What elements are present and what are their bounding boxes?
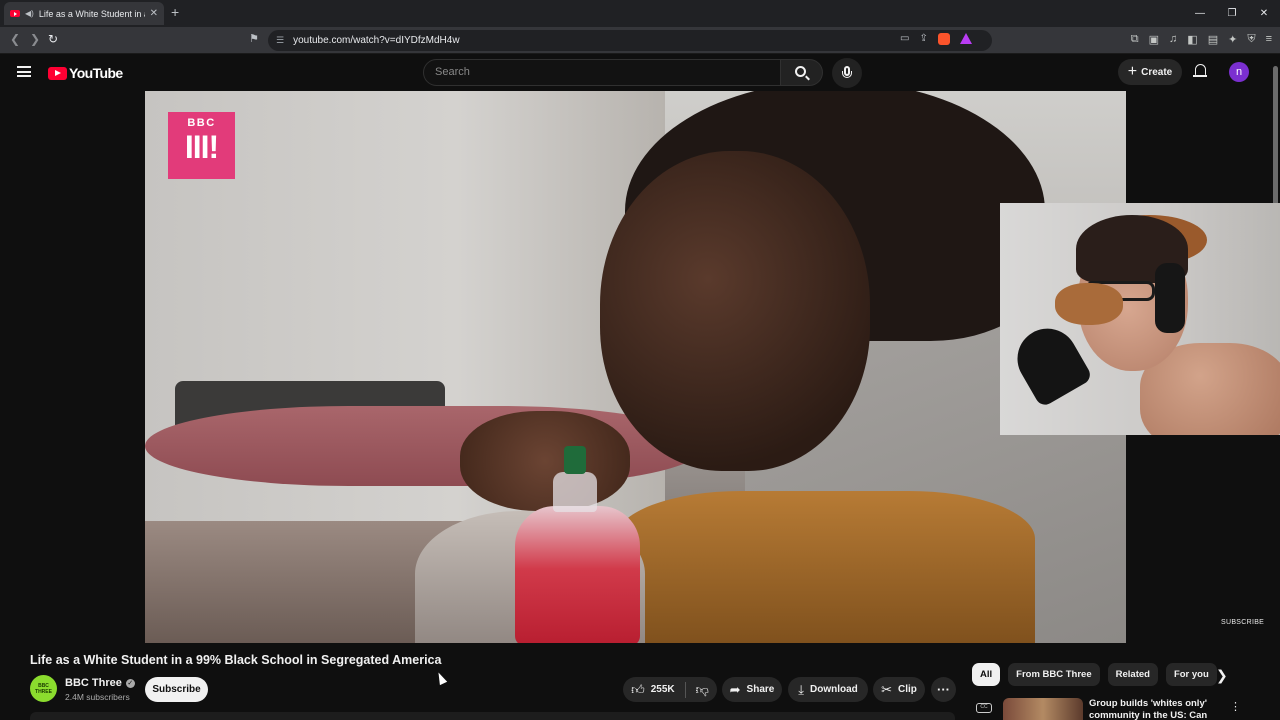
share-page-icon[interactable]: ⇪	[919, 33, 927, 45]
clip-button[interactable]: ✂ Clip	[873, 677, 925, 702]
recommendation-thumbnail[interactable]	[1003, 698, 1083, 720]
url-text: youtube.com/watch?v=dIYDfzMdH4w	[293, 35, 460, 46]
restore-button[interactable]: ❐	[1216, 0, 1248, 27]
video-scene-face	[600, 151, 870, 471]
youtube-wordmark: YouTube	[69, 65, 123, 81]
browser-tab[interactable]: ◀) Life as a White Student in a 99 ✕	[4, 2, 164, 25]
site-info-icon[interactable]: ☰	[276, 35, 284, 46]
close-window-button[interactable]: ✕	[1248, 0, 1280, 27]
more-vert-icon[interactable]: ⋮	[1230, 700, 1241, 713]
cast-icon[interactable]: ▭	[900, 33, 909, 45]
watermark-three: III!	[184, 129, 219, 165]
search-input[interactable]: Search	[423, 59, 781, 86]
brave-rewards-icon[interactable]	[959, 33, 972, 44]
webcam-overlay	[1000, 203, 1280, 435]
share-button[interactable]: ➦ Share	[722, 677, 782, 702]
download-button[interactable]: ⤓ Download	[788, 677, 868, 702]
subscriber-count: 2.4M subscribers	[65, 692, 130, 702]
like-count[interactable]: 255K	[651, 684, 675, 695]
leo-ai-icon[interactable]: ✦	[1228, 33, 1237, 46]
sidebar-icon[interactable]: ◧	[1187, 33, 1197, 46]
channel-avatar[interactable]: BBC THREE	[30, 675, 57, 702]
recommendation-chips: All From BBC Three Related For you	[972, 663, 1217, 686]
video-title: Life as a White Student in a 99% Black S…	[30, 653, 442, 667]
account-avatar[interactable]: n	[1229, 62, 1249, 82]
youtube-header: YouTube Search + Create n	[0, 54, 1270, 91]
chip-for-you[interactable]: For you	[1165, 663, 1217, 686]
youtube-favicon-icon	[10, 10, 20, 17]
video-player[interactable]: BBC III!	[145, 91, 1126, 643]
menu-icon[interactable]: ≡	[1266, 33, 1272, 46]
closed-captions-icon: CC	[976, 703, 992, 713]
browser-toolbar: ❮ ❯ ↻ ⚑ ☰ youtube.com/watch?v=dIYDfzMdH4…	[0, 27, 1280, 54]
forward-icon[interactable]: ❯	[30, 32, 40, 46]
address-bar[interactable]: ☰ youtube.com/watch?v=dIYDfzMdH4w	[268, 30, 992, 51]
subscribe-watermark[interactable]: SUBSCRIBE	[1221, 619, 1264, 626]
channel-name[interactable]: BBC Three	[65, 677, 122, 689]
subscribe-button[interactable]: Subscribe	[145, 677, 208, 702]
share-label: Share	[746, 684, 775, 695]
like-dislike-group: 👍︎ 255K 👎︎	[623, 677, 717, 702]
tab-close-icon[interactable]: ✕	[150, 8, 158, 19]
plus-icon: +	[1127, 63, 1138, 80]
create-label: Create	[1141, 66, 1173, 78]
dislike-icon[interactable]: 👎︎	[696, 682, 709, 698]
create-button[interactable]: + Create	[1118, 59, 1182, 85]
voice-search-button[interactable]	[832, 58, 862, 88]
watermark-bbc: BBC	[187, 117, 216, 129]
search-icon	[795, 66, 806, 77]
search-button[interactable]	[781, 59, 823, 86]
new-tab-button[interactable]: +	[171, 4, 179, 20]
wallet-extension-icon[interactable]: ▤	[1208, 33, 1218, 46]
chevron-right-icon[interactable]: ❯	[1216, 667, 1228, 684]
media-icon[interactable]: ♫	[1169, 33, 1177, 46]
window-controls: — ❐ ✕	[1184, 0, 1280, 27]
extensions-area: ⧉ ▣ ♫ ◧ ▤ ✦ ⛨ ≡	[1131, 33, 1272, 46]
reload-icon[interactable]: ↻	[48, 32, 58, 46]
recommendation-title[interactable]: Group builds 'whites only' community in …	[1089, 698, 1224, 720]
share-icon: ➦	[729, 681, 741, 697]
wallet-icon[interactable]: ▣	[1149, 33, 1159, 46]
youtube-play-icon	[48, 66, 67, 80]
clip-label: Clip	[898, 684, 917, 695]
mouse-cursor-icon	[434, 670, 448, 686]
chip-from-channel[interactable]: From BBC Three	[1008, 663, 1100, 686]
download-label: Download	[809, 684, 858, 695]
guide-menu-icon[interactable]	[17, 66, 31, 77]
verified-badge-icon: ✓	[125, 678, 135, 688]
back-icon[interactable]: ❮	[10, 32, 20, 46]
vpn-icon[interactable]: ⛨	[1247, 33, 1255, 46]
minimize-button[interactable]: —	[1184, 0, 1216, 27]
audio-playing-icon[interactable]: ◀)	[25, 9, 34, 18]
like-icon[interactable]: 👍︎	[631, 682, 645, 698]
tab-title: Life as a White Student in a 99	[38, 8, 145, 19]
notifications-bell-icon[interactable]	[1193, 64, 1207, 78]
youtube-logo[interactable]: YouTube	[48, 65, 123, 81]
description-box[interactable]	[30, 712, 955, 720]
bookmark-icon[interactable]: ⚑	[249, 32, 259, 45]
more-actions-button[interactable]: ···	[931, 677, 956, 702]
extensions-icon[interactable]: ⧉	[1131, 33, 1139, 46]
download-icon: ⤓	[798, 681, 804, 697]
scissors-icon: ✂	[881, 681, 892, 697]
video-scene-bottle	[515, 446, 640, 643]
bbc-three-watermark: BBC III!	[168, 112, 235, 179]
video-scene-jacket	[615, 491, 1035, 643]
address-bar-actions: ▭ ⇪	[900, 33, 972, 45]
chip-related[interactable]: Related	[1107, 663, 1158, 686]
brave-shields-icon[interactable]	[937, 33, 950, 45]
browser-tab-bar: ◀) Life as a White Student in a 99 ✕ + —…	[0, 0, 1280, 27]
chip-all[interactable]: All	[972, 663, 1001, 686]
channel-name-row[interactable]: BBC Three ✓	[65, 677, 135, 689]
